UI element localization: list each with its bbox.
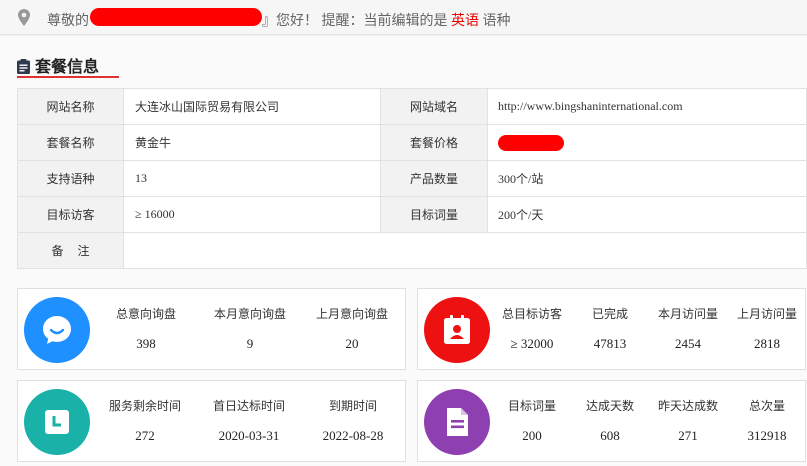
stat-label: 总目标访客 — [501, 307, 562, 321]
stat-total-count: 总次量 312918 — [734, 397, 800, 444]
plan-name-value: 黄金牛 — [123, 124, 381, 161]
stat-label: 本月意向询盘 — [213, 307, 286, 321]
target-visitors-label: 目标访客 — [17, 196, 124, 233]
site-name-label: 网站名称 — [17, 88, 124, 125]
plan-info-table: 网站名称 大连冰山国际贸易有限公司 网站域名 http://www.bingsh… — [17, 88, 807, 269]
stat-label: 本月访问量 — [657, 307, 718, 321]
stat-value: 47813 — [593, 336, 627, 351]
stat-value: 2022-08-28 — [322, 428, 384, 443]
stat-achieved-days: 达成天数 608 — [580, 397, 640, 444]
stat-value: 271 — [678, 428, 698, 443]
stat-value: 608 — [600, 428, 620, 443]
stat-expiry-date: 到期时间 2022-08-28 — [315, 397, 391, 444]
domain-value: http://www.bingshaninternational.com — [487, 88, 807, 125]
target-keywords-value: 200个/天 — [487, 196, 807, 233]
stat-value: ≥ 32000 — [510, 336, 554, 351]
stat-label: 昨天达成数 — [657, 399, 718, 413]
remark-value — [123, 232, 807, 269]
current-language-link[interactable]: 英语 — [451, 14, 479, 29]
greeting-suffix: 』您好！ 提醒：当前编辑的是 — [262, 14, 448, 29]
stat-value: 2818 — [754, 336, 780, 351]
languages-value: 13 — [123, 160, 381, 197]
stat-label: 首日达标时间 — [212, 399, 285, 413]
clock-icon — [24, 389, 90, 455]
products-value: 300个/站 — [487, 160, 807, 197]
redacted-username — [90, 8, 262, 26]
table-row: 备注 — [17, 232, 807, 269]
target-visitors-value: ≥ 16000 — [123, 196, 381, 233]
table-row: 套餐名称 黄金牛 套餐价格 — [17, 124, 807, 161]
stat-value: 272 — [135, 428, 155, 443]
stat-value: 200 — [522, 428, 542, 443]
stat-label: 总意向询盘 — [115, 307, 176, 321]
site-name-value: 大连冰山国际贸易有限公司 — [123, 88, 381, 125]
stat-last-month-visits: 上月访问量 2818 — [734, 305, 800, 352]
stat-remaining-service-time: 服务剩余时间 272 — [108, 397, 182, 444]
stat-label: 服务剩余时间 — [108, 399, 181, 413]
visitor-stats-card: 总目标访客 ≥ 32000 已完成 47813 本月访问量 2454 上月访问量… — [417, 288, 806, 370]
redacted-price — [498, 134, 564, 151]
stat-value: 2020-03-31 — [218, 428, 280, 443]
stat-label: 上月意向询盘 — [315, 307, 388, 321]
products-label: 产品数量 — [380, 160, 488, 197]
domain-label: 网站域名 — [380, 88, 488, 125]
service-time-card: 服务剩余时间 272 首日达标时间 2020-03-31 到期时间 2022-0… — [17, 380, 406, 462]
plan-name-label: 套餐名称 — [17, 124, 124, 161]
stat-label: 总次量 — [748, 399, 785, 413]
remark-label: 备注 — [17, 232, 124, 269]
stat-value: 2454 — [675, 336, 701, 351]
stat-value: 398 — [136, 336, 156, 351]
contact-card-icon — [424, 297, 490, 363]
stat-label: 已完成 — [591, 307, 628, 321]
chat-bubble-icon — [24, 297, 90, 363]
plan-price-value — [487, 124, 807, 161]
stat-value: 312918 — [747, 428, 787, 443]
stat-value: 20 — [345, 336, 359, 351]
stat-label: 达成天数 — [585, 399, 634, 413]
stat-last-month-inquiries: 上月意向询盘 20 — [313, 305, 391, 352]
target-keywords-label: 目标词量 — [380, 196, 488, 233]
stat-yesterday-achieved: 昨天达成数 271 — [655, 397, 721, 444]
stat-label: 到期时间 — [328, 399, 377, 413]
greeting-message: 』您好！ 提醒：当前编辑的是 英语 语种 — [262, 10, 511, 30]
inquiry-stats-card: 总意向询盘 398 本月意向询盘 9 上月意向询盘 20 — [17, 288, 406, 370]
location-pin-icon — [18, 9, 30, 30]
stat-month-inquiries: 本月意向询盘 9 — [211, 305, 289, 352]
top-reminder-bar: 尊敬的 』您好！ 提醒：当前编辑的是 英语 语种 — [0, 0, 807, 35]
stat-month-visits: 本月访问量 2454 — [655, 305, 721, 352]
stat-first-target-date: 首日达标时间 2020-03-31 — [210, 397, 288, 444]
table-row: 目标访客 ≥ 16000 目标词量 200个/天 — [17, 196, 807, 233]
stat-total-inquiries: 总意向询盘 398 — [113, 305, 179, 352]
table-row: 网站名称 大连冰山国际贸易有限公司 网站域名 http://www.bingsh… — [17, 88, 807, 125]
table-row: 支持语种 13 产品数量 300个/站 — [17, 160, 807, 197]
language-suffix: 语种 — [479, 14, 511, 29]
languages-label: 支持语种 — [17, 160, 124, 197]
stat-label: 目标词量 — [507, 399, 556, 413]
section-title: 套餐信息 — [35, 59, 100, 76]
plan-price-label: 套餐价格 — [380, 124, 488, 161]
stat-total-target-visitors: 总目标访客 ≥ 32000 — [500, 305, 564, 352]
stat-completed: 已完成 47813 — [580, 305, 640, 352]
greeting-prefix: 尊敬的 — [47, 14, 89, 29]
keyword-stats-card: 目标词量 200 达成天数 608 昨天达成数 271 总次量 312918 — [417, 380, 806, 462]
stat-target-keywords: 目标词量 200 — [502, 397, 562, 444]
stat-value: 9 — [246, 336, 254, 351]
main-content: 套餐信息 网站名称 大连冰山国际贸易有限公司 网站域名 http://www.b… — [0, 36, 807, 466]
stat-label: 上月访问量 — [736, 307, 797, 321]
section-title-underline — [17, 76, 119, 78]
document-icon — [424, 389, 490, 455]
